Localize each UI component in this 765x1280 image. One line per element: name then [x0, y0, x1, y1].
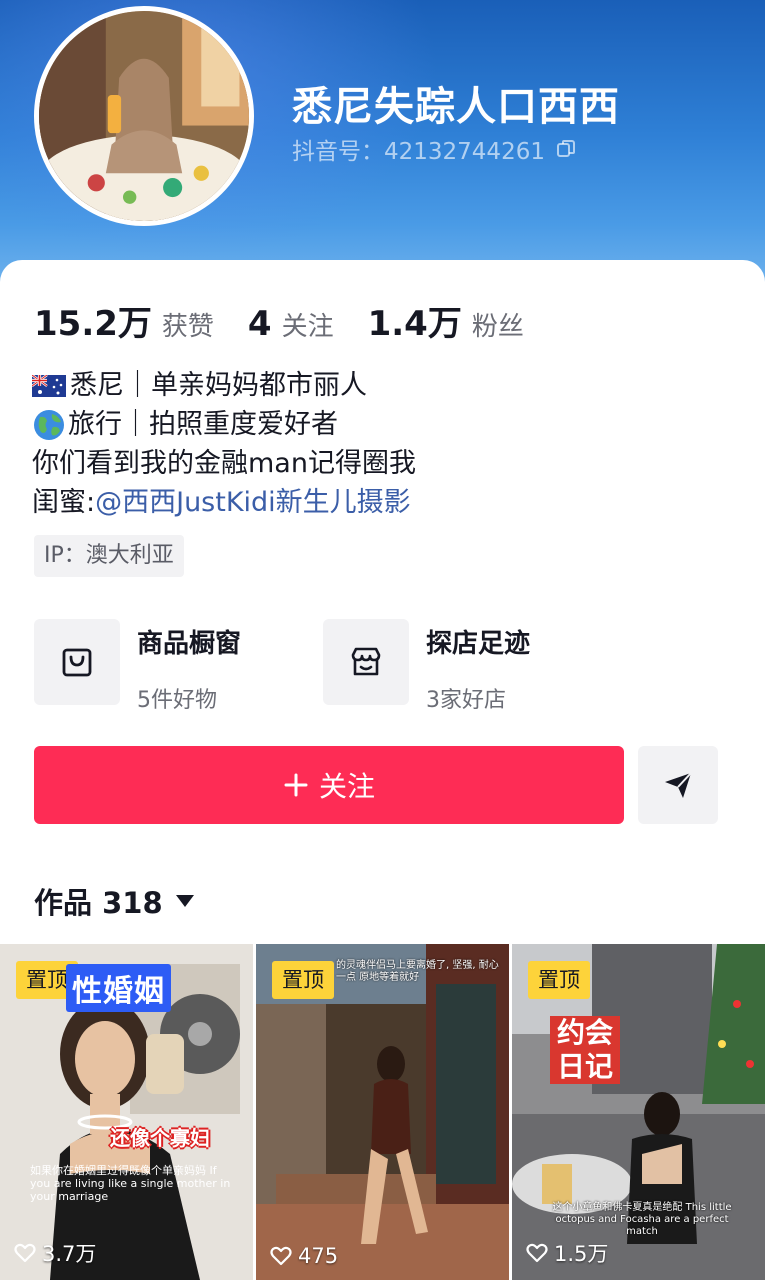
bio-text-4-prefix: 闺蜜:	[32, 487, 96, 518]
video-title-overlay: 约会日记	[550, 1016, 620, 1084]
heart-icon	[270, 1246, 292, 1266]
send-message-button[interactable]	[638, 746, 718, 824]
heart-icon	[14, 1243, 36, 1263]
feature-shop-text: 商品橱窗 5件好物	[137, 619, 241, 714]
video-subtitle: 如果你在婚姻里过得既像个单亲妈妈 If you are living like …	[30, 1164, 231, 1203]
feature-shop-icon-box	[34, 619, 120, 705]
video-title-overlay: 性婚姻	[66, 964, 171, 1012]
bio-mention-link[interactable]: @西西JustKidi新生儿摄影	[95, 483, 411, 522]
video-likes-count: 475	[298, 1244, 339, 1268]
bio-line-4: 闺蜜: @西西JustKidi新生儿摄影	[32, 483, 416, 522]
feature-store-icon-box	[323, 619, 409, 705]
stat-followers[interactable]: 1.4万 粉丝	[368, 296, 524, 345]
copy-icon[interactable]	[555, 138, 577, 160]
bio-line-3: 你们看到我的金融man记得圈我	[32, 444, 416, 483]
video-subtitle: 的灵魂伴侣马上要离婚了, 坚强, 耐心一点 原地等着就好	[336, 960, 499, 983]
bio-line-1: 悉尼｜单亲妈妈都市丽人	[32, 366, 416, 405]
bio: 悉尼｜单亲妈妈都市丽人 旅行｜拍照重度爱好者 你们看到我的金融man记得圈我 闺…	[32, 366, 416, 522]
feature-store-text: 探店足迹 3家好店	[426, 619, 530, 714]
send-icon	[665, 772, 692, 798]
bio-text-2: 旅行｜拍照重度爱好者	[68, 409, 338, 440]
ip-location-badge: IP：澳大利亚	[34, 535, 184, 577]
pinned-badge: 置顶	[272, 961, 334, 999]
follow-button[interactable]: 关注	[34, 746, 624, 824]
stat-followers-value: 1.4万	[367, 304, 462, 344]
feature-store-sub: 3家好店	[426, 688, 506, 713]
plus-icon	[284, 773, 308, 797]
video-likes-count: 3.7万	[42, 1242, 97, 1266]
stat-likes[interactable]: 15.2万 获赞	[34, 296, 214, 345]
storefront-icon	[351, 647, 381, 676]
stat-following-label: 关注	[281, 312, 334, 342]
video-likes-count: 1.5万	[554, 1242, 609, 1266]
bio-text-1: 悉尼｜单亲妈妈都市丽人	[70, 370, 367, 401]
video-caption-overlay: 还像个寡妇	[110, 1126, 210, 1150]
video-likes: 1.5万	[526, 1238, 608, 1268]
avatar[interactable]	[34, 6, 254, 226]
video-subtitle: 这个小章鱼和佛卡夏真是绝配 This little octopus and Fo…	[552, 1202, 732, 1237]
stat-likes-value: 15.2万	[34, 304, 152, 344]
feature-shop-title: 商品橱窗	[137, 629, 242, 659]
video-likes: 475	[270, 1244, 338, 1268]
username: 悉尼失踪人口西西	[292, 84, 620, 130]
bio-line-2: 旅行｜拍照重度爱好者	[32, 405, 416, 444]
works-tab-label: 作品 318	[34, 886, 163, 920]
stat-followers-label: 粉丝	[471, 312, 524, 342]
video-title-text: 约会日记	[550, 1016, 620, 1084]
stat-following[interactable]: 4 关注	[248, 304, 334, 344]
video-tile[interactable]: 置顶 的灵魂伴侣马上要离婚了, 坚强, 耐心一点 原地等着就好 475	[256, 944, 509, 1280]
follow-button-label: 关注	[318, 770, 375, 803]
avatar-image	[39, 11, 249, 221]
pinned-badge: 置顶	[528, 961, 590, 999]
stat-following-value: 4	[247, 304, 272, 344]
dropdown-triangle-icon	[175, 895, 194, 907]
globe-icon	[34, 409, 64, 440]
heart-icon	[526, 1243, 548, 1263]
stats-row: 15.2万 获赞 4 关注 1.4万 粉丝	[34, 296, 558, 345]
video-tile[interactable]: 置顶 性婚姻 还像个寡妇 如果你在婚姻里过得既像个单亲妈妈 If you are…	[0, 944, 253, 1280]
feature-store-title: 探店足迹	[426, 629, 531, 659]
works-tab[interactable]: 作品 318	[34, 880, 195, 922]
video-grid: 置顶 性婚姻 还像个寡妇 如果你在婚姻里过得既像个单亲妈妈 If you are…	[0, 944, 765, 1280]
feature-store-visits[interactable]: 探店足迹 3家好店	[323, 619, 530, 714]
shopping-bag-icon	[62, 648, 92, 677]
australia-flag-icon	[32, 374, 66, 397]
feature-shop-window[interactable]: 商品橱窗 5件好物	[34, 619, 241, 714]
video-tile[interactable]: 置顶 约会日记 这个小章鱼和佛卡夏真是绝配 This little octopu…	[512, 944, 765, 1280]
video-likes: 3.7万	[14, 1238, 96, 1268]
feature-shop-sub: 5件好物	[137, 688, 217, 713]
douyin-id[interactable]: 抖音号：42132744261	[292, 132, 577, 166]
profile-header: 悉尼失踪人口西西 抖音号：42132744261	[0, 0, 765, 300]
douyin-id-text: 抖音号：42132744261	[292, 139, 545, 165]
bio-text-3: 你们看到我的金融man记得圈我	[32, 448, 416, 479]
stat-likes-label: 获赞	[161, 312, 214, 342]
